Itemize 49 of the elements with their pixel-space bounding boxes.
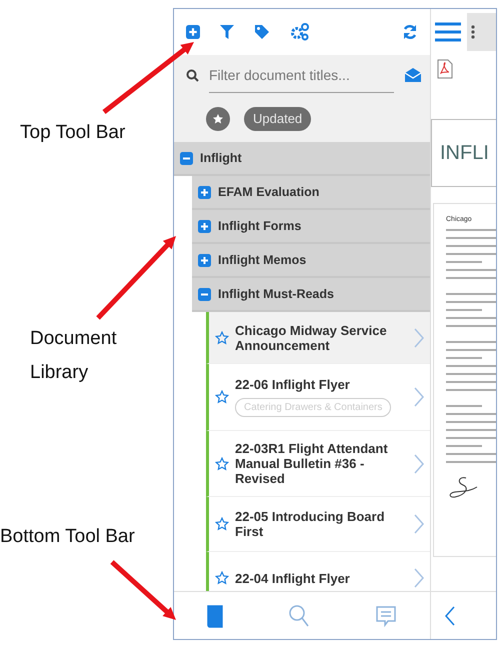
folder-label: Inflight [200, 151, 242, 165]
pdf-file-icon[interactable] [437, 59, 453, 79]
folder-row[interactable]: Inflight Memos [192, 244, 430, 278]
folder-row[interactable]: Inflight Forms [192, 210, 430, 244]
folder-row[interactable]: Inflight Must-Reads [192, 278, 430, 312]
star-icon [212, 112, 224, 124]
search-input[interactable]: Filter document titles... [209, 57, 394, 93]
gears-icon[interactable] [290, 23, 310, 41]
back-icon[interactable] [445, 606, 455, 626]
collapse-icon[interactable] [198, 288, 211, 300]
callout-label: Bottom Tool Bar [0, 525, 136, 549]
expand-icon[interactable] [198, 254, 211, 266]
document-row[interactable]: 22-03R1 Flight Attendant Manual Bulletin #36 - Revised [206, 431, 430, 497]
folder-label: Inflight Must-Reads [218, 287, 334, 301]
folder-label: Inflight Forms [218, 219, 302, 233]
star-icon[interactable] [215, 517, 229, 531]
refresh-icon[interactable] [402, 24, 418, 40]
callout-label: Top Tool Bar [20, 121, 126, 145]
star-icon[interactable] [215, 571, 229, 585]
star-icon[interactable] [215, 390, 229, 404]
tag-icon[interactable] [254, 24, 270, 40]
document-title: 22-04 Inflight Flyer [235, 570, 351, 586]
callout-arrow [110, 560, 176, 620]
more-icon[interactable] [471, 25, 475, 39]
filter-icon[interactable] [220, 25, 234, 39]
document-row[interactable]: Chicago Midway Service Announcement [206, 312, 430, 364]
document-title: 22-05 Introducing Board First [235, 509, 386, 539]
star-icon[interactable] [215, 456, 229, 470]
document-title: 22-06 Inflight Flyer [235, 377, 351, 392]
folder-label: Inflight Memos [218, 253, 306, 267]
envelope-icon[interactable] [404, 67, 422, 83]
filter-chip[interactable]: Updated [244, 106, 312, 130]
document-title: 22-03R1 Flight Attendant Manual Bulletin #36 - Revised [235, 441, 389, 486]
menu-icon[interactable] [435, 22, 461, 42]
search-field[interactable]: Filter document titles... [174, 55, 430, 95]
expand-icon[interactable] [198, 220, 211, 232]
collapse-icon[interactable] [180, 152, 193, 164]
folder-label: EFAM Evaluation [218, 185, 320, 199]
document-banner: INFLI [431, 119, 496, 187]
star-icon[interactable] [215, 330, 229, 344]
document-row[interactable]: 22-05 Introducing Board First [206, 497, 430, 552]
document-title: Chicago Midway Service Announcement [235, 322, 388, 352]
folder-row[interactable]: EFAM Evaluation [192, 176, 430, 210]
folder-row[interactable]: Inflight [174, 142, 430, 176]
favorites-filter[interactable] [206, 106, 230, 130]
expand-icon[interactable] [198, 186, 211, 198]
callout-label: Document Library [30, 327, 118, 385]
add-icon[interactable] [186, 25, 200, 39]
search-icon [186, 68, 199, 82]
